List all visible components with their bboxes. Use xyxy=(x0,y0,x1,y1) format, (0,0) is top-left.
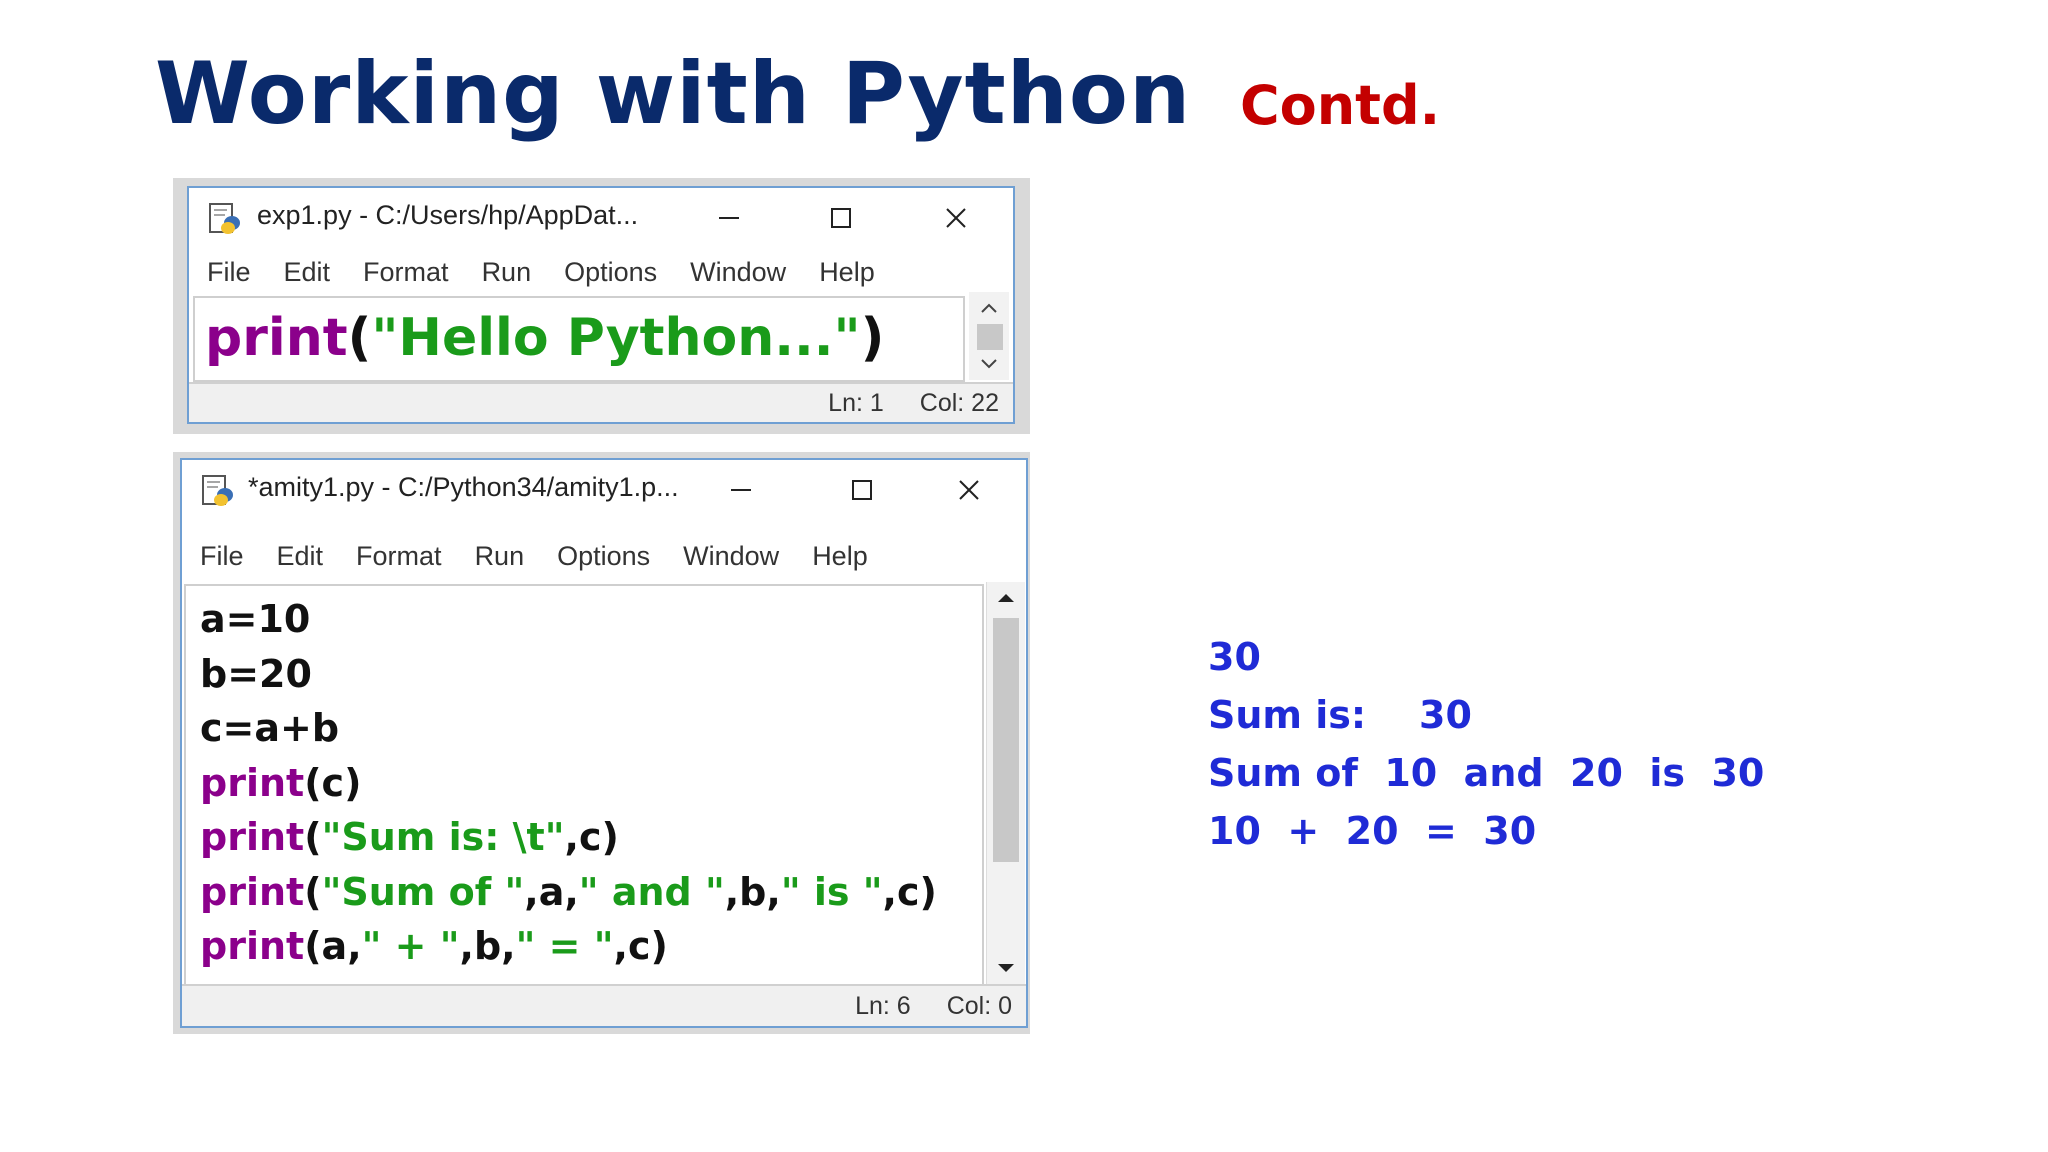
code-editor[interactable]: a=10 b=20 c=a+b print(c) print("Sum is: … xyxy=(184,584,984,988)
menu-window[interactable]: Window xyxy=(683,541,779,572)
status-column: Col: 0 xyxy=(946,991,1012,1020)
status-bar: Ln: 1 Col: 22 xyxy=(189,382,1013,422)
menu-format[interactable]: Format xyxy=(356,541,442,572)
program-output: 30 Sum is: 30 Sum of 10 and 20 is 30 10 … xyxy=(1208,628,1764,860)
code-line-3: c=a+b xyxy=(186,701,982,756)
status-column: Col: 22 xyxy=(919,388,999,417)
minimize-button[interactable] xyxy=(704,196,754,240)
scroll-thumb[interactable] xyxy=(993,618,1019,862)
menu-run[interactable]: Run xyxy=(475,541,525,572)
close-icon xyxy=(946,208,966,228)
scroll-up-icon xyxy=(998,594,1014,602)
menu-help[interactable]: Help xyxy=(812,541,868,572)
code-text: ,c) xyxy=(613,924,668,968)
code-text: a=10 xyxy=(200,597,311,641)
code-text: b=20 xyxy=(200,651,312,696)
vertical-scrollbar[interactable] xyxy=(969,292,1009,380)
output-line-4: 10 + 20 = 30 xyxy=(1208,809,1537,853)
scroll-down-icon xyxy=(998,964,1014,972)
code-text: c=a+b xyxy=(200,706,340,750)
menu-bar: File Edit Format Run Options Window Help xyxy=(182,534,1026,578)
code-text: (c) xyxy=(304,760,362,805)
menu-edit[interactable]: Edit xyxy=(277,541,324,572)
code-string: " and " xyxy=(578,869,725,914)
menu-help[interactable]: Help xyxy=(819,257,875,288)
menu-format[interactable]: Format xyxy=(363,257,449,288)
menu-options[interactable]: Options xyxy=(557,541,650,572)
menu-options[interactable]: Options xyxy=(564,257,657,288)
code-keyword: print xyxy=(200,869,305,914)
status-line: Ln: 1 xyxy=(828,388,884,417)
code-string: "Sum of " xyxy=(321,869,525,914)
scroll-up-icon xyxy=(981,303,997,313)
code-text: ,c) xyxy=(882,869,937,914)
code-text: ,c) xyxy=(564,815,619,859)
code-string: "Sum is: \t" xyxy=(321,815,565,859)
code-keyword: print xyxy=(200,815,305,859)
code-line-7: print(a," + ",b," = ",c) xyxy=(186,919,982,974)
code-text: (a, xyxy=(304,924,362,968)
minimize-icon xyxy=(719,217,739,219)
minimize-button[interactable] xyxy=(716,468,766,512)
maximize-button[interactable] xyxy=(837,468,887,512)
menu-window[interactable]: Window xyxy=(690,257,786,288)
menu-bar: File Edit Format Run Options Window Help xyxy=(189,250,1013,294)
code-paren: ) xyxy=(860,308,885,368)
scroll-down-icon xyxy=(981,359,997,369)
window-title: exp1.py - C:/Users/hp/AppDat... xyxy=(257,200,639,230)
vertical-scrollbar[interactable] xyxy=(986,582,1025,984)
code-string: " is " xyxy=(780,869,883,914)
code-line-5: print("Sum is: \t",c) xyxy=(186,810,982,865)
code-text: ,a, xyxy=(524,869,579,914)
code-line-1: print("Hello Python...") xyxy=(195,298,963,378)
code-paren: ( xyxy=(347,308,372,368)
window2-title-bar[interactable]: *amity1.py - C:/Python34/amity1.p... xyxy=(182,460,1026,520)
code-editor[interactable]: print("Hello Python...") xyxy=(193,296,965,382)
output-line-2: Sum is: 30 xyxy=(1208,693,1472,737)
maximize-button[interactable] xyxy=(816,196,866,240)
window1-title-bar[interactable]: exp1.py - C:/Users/hp/AppDat... xyxy=(189,188,1013,248)
idle-window-amity1: *amity1.py - C:/Python34/amity1.p... Fil… xyxy=(180,458,1028,1028)
scroll-down-button[interactable] xyxy=(969,348,1009,380)
code-line-6: print("Sum of ",a," and ",b," is ",c) xyxy=(186,865,982,920)
python-file-icon xyxy=(200,474,236,508)
status-line: Ln: 6 xyxy=(855,991,911,1020)
scroll-thumb[interactable] xyxy=(977,324,1003,350)
menu-run[interactable]: Run xyxy=(482,257,532,288)
scroll-down-button[interactable] xyxy=(987,952,1025,984)
code-keyword: print xyxy=(200,760,305,805)
idle-window-exp1: exp1.py - C:/Users/hp/AppDat... File Edi… xyxy=(187,186,1015,424)
code-keyword: print xyxy=(200,924,305,968)
scroll-up-button[interactable] xyxy=(969,292,1009,324)
slide-subtitle: Contd. xyxy=(1240,74,1441,137)
maximize-icon xyxy=(831,208,851,228)
code-text: ( xyxy=(304,815,322,859)
menu-file[interactable]: File xyxy=(200,541,244,572)
code-text: ( xyxy=(304,869,322,914)
window-title: *amity1.py - C:/Python34/amity1.p... xyxy=(248,472,679,502)
python-file-icon xyxy=(207,202,243,236)
close-button[interactable] xyxy=(931,196,981,240)
status-bar: Ln: 6 Col: 0 xyxy=(182,984,1026,1026)
code-line-1: a=10 xyxy=(186,592,982,647)
output-line-1: 30 xyxy=(1208,635,1261,679)
scroll-up-button[interactable] xyxy=(987,582,1025,614)
code-keyword: print xyxy=(205,308,348,368)
close-button[interactable] xyxy=(944,468,994,512)
output-line-3: Sum of 10 and 20 is 30 xyxy=(1208,751,1765,795)
code-line-2: b=20 xyxy=(186,647,982,702)
slide-title: Working with Python xyxy=(155,44,1192,144)
code-string: " + " xyxy=(361,924,460,968)
minimize-icon xyxy=(731,489,751,491)
code-text: ,b, xyxy=(459,924,516,968)
close-icon xyxy=(959,480,979,500)
menu-edit[interactable]: Edit xyxy=(284,257,331,288)
maximize-icon xyxy=(852,480,872,500)
code-line-4: print(c) xyxy=(186,756,982,811)
code-string: " = " xyxy=(515,924,614,968)
code-text: ,b, xyxy=(724,869,781,914)
menu-file[interactable]: File xyxy=(207,257,251,288)
code-string: "Hello Python..." xyxy=(371,308,861,368)
